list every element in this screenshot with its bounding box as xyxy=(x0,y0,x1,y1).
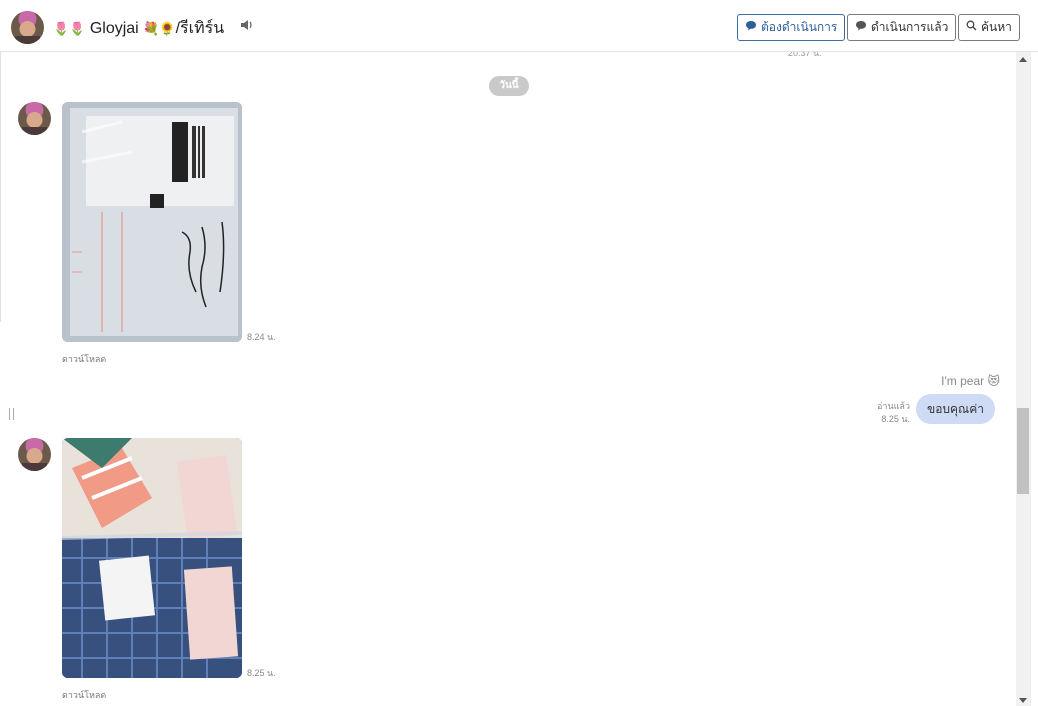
message-time: 8.25 น. xyxy=(881,414,910,424)
chat-bubble-icon xyxy=(745,15,757,40)
sender-name: I'm pear 😻 xyxy=(941,374,1000,388)
chat-bubble-icon xyxy=(855,15,867,40)
read-label: อ่านแล้ว xyxy=(877,401,910,411)
name-text: Gloyjai xyxy=(89,20,139,37)
message-bubble[interactable]: ขอบคุณค่า xyxy=(916,394,995,424)
search-button[interactable]: ค้นหา xyxy=(958,14,1020,41)
search-label: ค้นหา xyxy=(981,20,1012,34)
chat-area[interactable]: 20.37 น. วันนี้ 8.24 น. ดาวน์โหลด I'm pe… xyxy=(0,52,1016,706)
divider xyxy=(0,52,3,322)
name-pre-emoji: 🌷🌷 xyxy=(53,21,86,36)
name-post-emoji: 💐🌻 xyxy=(143,21,176,36)
message-image-pajamas[interactable] xyxy=(62,438,242,678)
side-panel-edge xyxy=(1030,52,1038,706)
message-time: 20.37 น. xyxy=(788,52,822,58)
message-image-parcel[interactable] xyxy=(62,102,242,342)
sender-name-text: I'm pear xyxy=(941,374,985,388)
message-time: 8.24 น. xyxy=(247,332,276,342)
contact-avatar[interactable] xyxy=(11,11,44,44)
scroll-down-icon[interactable] xyxy=(1019,698,1027,703)
chat-header: 🌷🌷 Gloyjai 💐🌻/รีเทิร์น ต้องดำเนินการ ดำเ… xyxy=(0,0,1038,52)
day-separator: วันนี้ xyxy=(489,76,529,96)
name-suffix: /รีเทิร์น xyxy=(175,20,225,37)
done-label: ดำเนินการแล้ว xyxy=(871,20,949,34)
contact-avatar[interactable] xyxy=(18,102,51,135)
download-link[interactable]: ดาวน์โหลด xyxy=(62,352,106,366)
read-status: อ่านแล้ว 8.25 น. xyxy=(860,400,910,426)
resize-handle[interactable] xyxy=(9,408,14,420)
todo-label: ต้องดำเนินการ xyxy=(761,20,838,34)
download-link[interactable]: ดาวน์โหลด xyxy=(62,688,106,702)
contact-name: 🌷🌷 Gloyjai 💐🌻/รีเทิร์น xyxy=(53,16,224,41)
todo-button[interactable]: ต้องดำเนินการ xyxy=(737,14,846,41)
sender-emoji: 😻 xyxy=(987,374,1000,388)
scrollbar-thumb[interactable] xyxy=(1017,408,1029,494)
contact-avatar[interactable] xyxy=(18,438,51,471)
done-button[interactable]: ดำเนินการแล้ว xyxy=(847,14,957,41)
message-time: 8.25 น. xyxy=(247,668,276,678)
search-icon xyxy=(966,15,977,40)
speaker-icon[interactable] xyxy=(240,19,254,34)
chat-scrollbar[interactable] xyxy=(1016,52,1030,706)
scroll-up-icon[interactable] xyxy=(1019,57,1027,62)
